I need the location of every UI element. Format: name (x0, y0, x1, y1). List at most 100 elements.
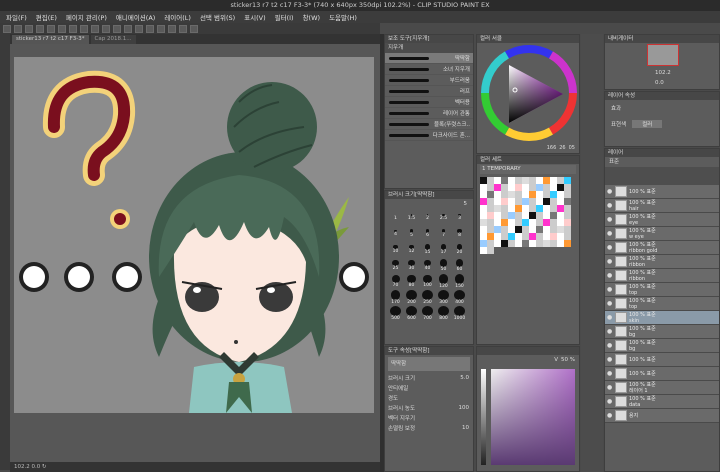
color-swatch[interactable] (557, 233, 564, 240)
color-field[interactable] (491, 369, 575, 465)
color-swatch[interactable] (515, 212, 522, 219)
color-swatch[interactable] (501, 212, 508, 219)
color-swatch[interactable] (480, 233, 487, 240)
tool-property-row[interactable]: 벡터 지우기 (385, 413, 473, 423)
color-swatch[interactable] (536, 184, 543, 191)
color-swatch[interactable] (480, 240, 487, 247)
brush-size-cell[interactable]: 5 (404, 226, 419, 241)
brush-size-cell[interactable]: 170 (388, 290, 403, 305)
color-swatch[interactable] (550, 226, 557, 233)
color-swatch[interactable] (487, 247, 494, 254)
color-swatch[interactable] (536, 212, 543, 219)
color-swatch[interactable] (550, 191, 557, 198)
color-swatch[interactable] (529, 184, 536, 191)
brush-size-cell[interactable]: 3 (452, 210, 467, 225)
color-swatch[interactable] (487, 191, 494, 198)
brush-size-cell[interactable]: 120 (436, 274, 451, 289)
color-swatch[interactable] (494, 212, 501, 219)
color-swatch[interactable] (564, 177, 571, 184)
brush-size-cell[interactable]: 400 (452, 290, 467, 305)
color-swatch[interactable] (564, 219, 571, 226)
color-swatch[interactable] (522, 205, 529, 212)
brush-item[interactable]: 러프 (385, 86, 473, 97)
color-swatch[interactable] (515, 226, 522, 233)
color-swatch[interactable] (487, 184, 494, 191)
eye-icon[interactable]: ● (607, 216, 613, 223)
color-swatch[interactable] (494, 184, 501, 191)
brush-size-cell[interactable]: 1000 (452, 306, 467, 321)
eye-icon[interactable]: ● (607, 272, 613, 279)
color-swatch[interactable] (522, 219, 529, 226)
layer-row[interactable]: ● 100 % 표준 w eye (605, 227, 719, 241)
eye-icon[interactable]: ● (607, 300, 613, 307)
layer-row[interactable]: ● 100 % 표준 ribbon (605, 255, 719, 269)
color-swatch[interactable] (529, 226, 536, 233)
color-swatch[interactable] (515, 240, 522, 247)
color-swatch[interactable] (501, 191, 508, 198)
brush-size-cell[interactable]: 150 (452, 274, 467, 289)
color-swatch[interactable] (487, 212, 494, 219)
cut-icon[interactable] (69, 24, 77, 33)
copy-icon[interactable] (80, 24, 88, 33)
brush-item[interactable]: 딱딱함 (385, 53, 473, 64)
brush-size-cell[interactable]: 1 (388, 210, 403, 225)
color-swatch[interactable] (550, 205, 557, 212)
eye-icon[interactable]: ● (607, 370, 613, 377)
color-swatch[interactable] (543, 226, 550, 233)
color-swatch[interactable] (522, 184, 529, 191)
brush-size-cell[interactable]: 800 (436, 306, 451, 321)
color-swatch[interactable] (550, 240, 557, 247)
eye-icon[interactable] (3, 24, 11, 33)
color-swatch[interactable] (536, 191, 543, 198)
brush-size-cell[interactable]: 10 (388, 242, 403, 257)
color-swatch[interactable] (487, 177, 494, 184)
color-wheel[interactable] (477, 43, 581, 143)
color-swatch[interactable] (480, 198, 487, 205)
brush-size-cell[interactable]: 1.5 (404, 210, 419, 225)
color-set-select[interactable]: 1 TEMPORARY (480, 165, 576, 174)
color-swatch[interactable] (550, 184, 557, 191)
brush-size-cell[interactable]: 4 (388, 226, 403, 241)
color-swatch[interactable] (557, 212, 564, 219)
color-swatch[interactable] (508, 212, 515, 219)
eye-icon[interactable]: ● (607, 230, 613, 237)
color-swatch[interactable] (529, 177, 536, 184)
color-swatch[interactable] (564, 226, 571, 233)
layer-row[interactable]: ● 100 % 표준 top (605, 297, 719, 311)
color-swatch[interactable] (543, 205, 550, 212)
color-swatch[interactable] (550, 219, 557, 226)
eye-icon[interactable]: ● (607, 286, 613, 293)
layer-row[interactable]: ● 100 % 표준 top (605, 283, 719, 297)
color-swatch[interactable] (564, 191, 571, 198)
color-swatch[interactable] (487, 233, 494, 240)
color-swatch[interactable] (508, 191, 515, 198)
navigator-preview[interactable] (647, 44, 679, 66)
invert-icon[interactable] (135, 24, 143, 33)
tool-property-row[interactable]: 안티에일 (385, 383, 473, 393)
color-swatch[interactable] (529, 191, 536, 198)
color-swatch[interactable] (536, 198, 543, 205)
color-swatch[interactable] (564, 240, 571, 247)
color-swatch[interactable] (557, 198, 564, 205)
color-swatch[interactable] (522, 198, 529, 205)
color-swatch[interactable] (508, 226, 515, 233)
layer-row[interactable]: ● 용지 (605, 409, 719, 423)
tool-property-row[interactable]: 경도 (385, 393, 473, 403)
color-swatch[interactable] (564, 212, 571, 219)
color-swatch[interactable] (557, 226, 564, 233)
color-swatch[interactable] (543, 198, 550, 205)
color-swatch[interactable] (501, 177, 508, 184)
redo-icon[interactable] (58, 24, 66, 33)
color-swatch[interactable] (480, 177, 487, 184)
layer-row[interactable]: ● 100 % 표준 data (605, 395, 719, 409)
brush-size-cell[interactable]: 8 (452, 226, 467, 241)
color-swatch[interactable] (564, 198, 571, 205)
brush-size-cell[interactable]: 700 (420, 306, 435, 321)
color-swatch[interactable] (501, 219, 508, 226)
color-swatch[interactable] (501, 240, 508, 247)
color-swatch[interactable] (557, 205, 564, 212)
brush-size-cell[interactable]: 40 (420, 258, 435, 273)
color-swatch[interactable] (494, 198, 501, 205)
color-swatch[interactable] (480, 184, 487, 191)
eye-icon[interactable]: ● (607, 384, 613, 391)
